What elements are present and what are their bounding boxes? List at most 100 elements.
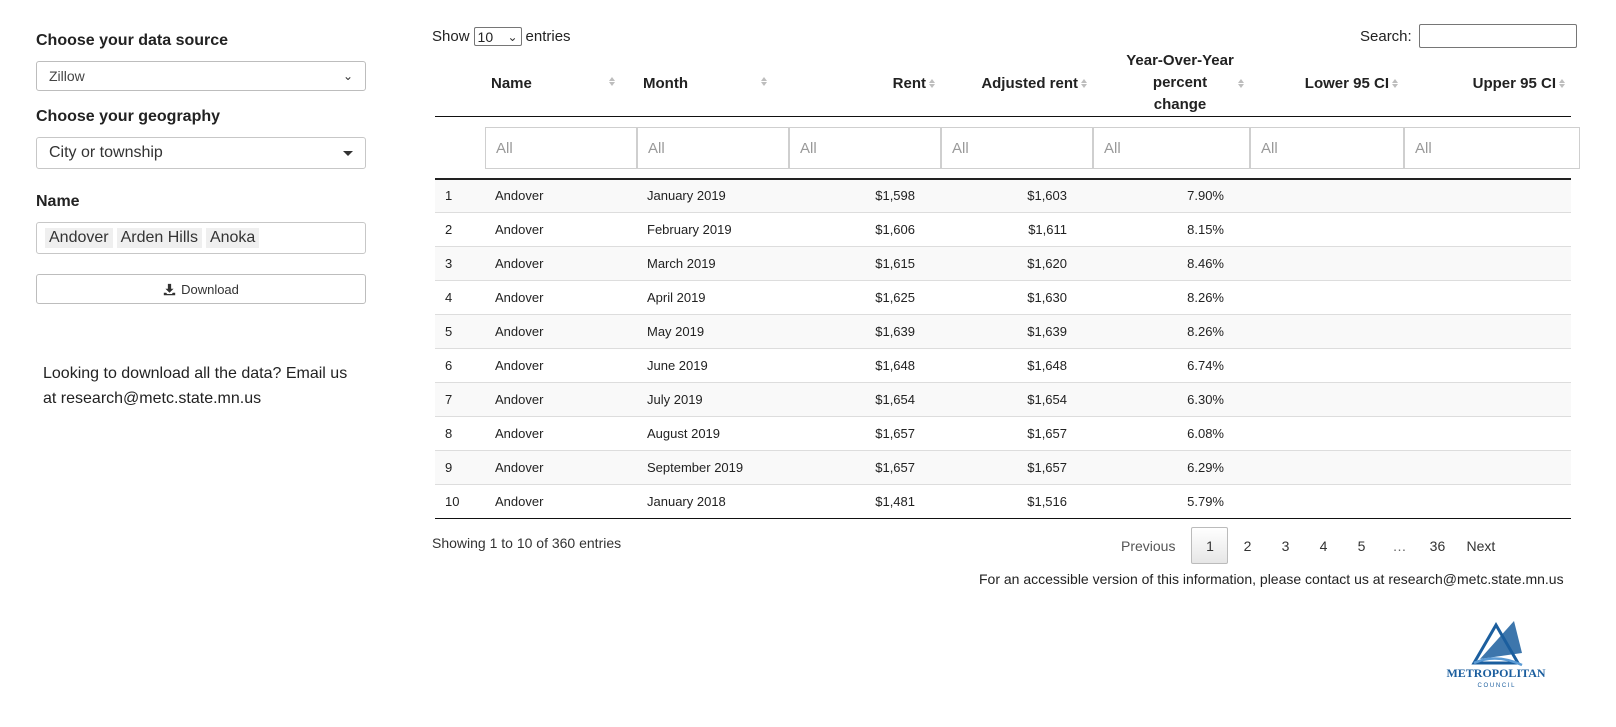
cell-adjusted-rent: $1,657 [941,416,1093,451]
cell-lower-ci [1250,348,1404,383]
cell-month: January 2019 [637,178,789,213]
filter-input-yoy-change[interactable]: All [1093,127,1250,170]
column-header-rent[interactable]: Rent [789,50,941,117]
column-header-index [435,50,485,117]
cell-name: Andover [485,348,637,383]
cell-month: March 2019 [637,246,789,281]
filter-spacer [435,116,485,180]
filter-placeholder: All [952,139,969,157]
cell-lower-ci [1250,484,1404,519]
entries-label: entries [525,28,571,45]
column-header-adjusted-rent[interactable]: Adjusted rent [941,50,1093,117]
entries-length-value: 10 [477,28,494,45]
entries-length-select[interactable]: 10 ⌄ [473,27,522,46]
column-header-lower-ci[interactable]: Lower 95 CI [1250,50,1404,117]
cell-index: 10 [435,484,485,519]
geography-label: Choose your geography [36,108,221,125]
column-header-label: Adjusted rent [981,74,1078,92]
length-control: Show 10 ⌄ entries [432,27,571,46]
cell-index: 6 [435,348,485,383]
pagination: Previous 1 2 3 4 5 … 36 Next [1111,527,1505,564]
filter-placeholder: All [1415,139,1432,157]
cell-name: Andover [485,450,637,485]
column-header-upper-ci[interactable]: Upper 95 CI [1404,50,1571,117]
search-input[interactable] [1418,24,1577,48]
cell-rent: $1,654 [789,382,941,417]
cell-lower-ci [1250,450,1404,485]
filter-input-adjusted-rent[interactable]: All [941,127,1093,170]
cell-name: Andover [485,246,637,281]
page-button-2[interactable]: 2 [1228,527,1266,564]
page-button-3[interactable]: 3 [1266,527,1304,564]
page-ellipsis: … [1392,537,1407,554]
cell-lower-ci [1250,314,1404,349]
metropolitan-council-logo: METROPOLITAN C O U N C I L [1446,621,1546,689]
cell-yoy-change: 8.15% [1093,212,1250,247]
cell-index: 8 [435,416,485,451]
name-tag[interactable]: Arden Hills [116,228,202,248]
cell-adjusted-rent: $1,630 [941,280,1093,315]
cell-lower-ci [1250,212,1404,247]
download-note: Looking to download all the data? Email … [43,365,348,407]
column-header-yoy-change[interactable]: Year-Over-Year percent change [1093,50,1250,117]
cell-lower-ci [1250,178,1404,213]
column-header-name[interactable]: Name [485,50,637,117]
table-row: 6 Andover June 2019 $1,648 $1,648 6.74% [435,348,1571,383]
cell-rent: $1,606 [789,212,941,247]
filter-input-rent[interactable]: All [789,127,941,170]
filter-placeholder: All [496,139,513,157]
name-tag[interactable]: Anoka [205,228,260,248]
cell-lower-ci [1250,246,1404,281]
search-control: Search: [1360,24,1577,48]
cell-upper-ci [1404,280,1571,315]
table-body: 1 Andover January 2019 $1,598 $1,603 7.90% 2 An… [435,178,1571,519]
column-header-label: Month [643,74,688,92]
geography-select[interactable]: City or township [36,137,366,169]
download-button[interactable]: Download [36,274,366,304]
table-row: 8 Andover August 2019 $1,657 $1,657 6.08% [435,416,1571,451]
cell-adjusted-rent: $1,620 [941,246,1093,281]
cell-yoy-change: 5.79% [1093,484,1250,519]
filter-input-upper-ci[interactable]: All [1404,127,1580,170]
cell-adjusted-rent: $1,611 [941,212,1093,247]
page-button-4[interactable]: 4 [1304,527,1342,564]
next-page-button[interactable]: Next [1456,527,1505,564]
logo-subtext: C O U N C I L [1477,683,1515,689]
column-header-label: Year-Over-Year percent change [1126,52,1234,113]
sort-icon [761,77,767,86]
cell-upper-ci [1404,246,1571,281]
name-tag[interactable]: Andover [45,228,113,248]
filter-input-name[interactable]: All [485,127,637,170]
column-header-label: Upper 95 CI [1472,74,1556,92]
table-row: 3 Andover March 2019 $1,615 $1,620 8.46% [435,246,1571,281]
cell-name: Andover [485,382,637,417]
column-header-month[interactable]: Month [637,50,789,117]
filter-placeholder: All [1104,139,1121,157]
cell-rent: $1,615 [789,246,941,281]
page-button-36[interactable]: 36 [1418,527,1456,564]
name-multiselect[interactable]: Andover Arden Hills Anoka [36,222,366,254]
cell-adjusted-rent: $1,639 [941,314,1093,349]
column-header-label: Rent [892,74,926,92]
cell-yoy-change: 6.30% [1093,382,1250,417]
previous-page-button[interactable]: Previous [1111,527,1185,564]
page-button-5[interactable]: 5 [1342,527,1380,564]
sidebar: Choose your data source Zillow ⌄ Choose … [36,30,366,411]
cell-month: August 2019 [637,416,789,451]
chevron-down-icon: ⌄ [507,29,518,44]
cell-index: 7 [435,382,485,417]
filter-input-lower-ci[interactable]: All [1250,127,1404,170]
cell-month: April 2019 [637,280,789,315]
cell-lower-ci [1250,382,1404,417]
sort-icon [609,77,615,86]
page-button-1[interactable]: 1 [1191,527,1229,564]
geography-value: City or township [49,144,163,161]
cell-index: 5 [435,314,485,349]
data-source-select[interactable]: Zillow ⌄ [36,61,366,91]
filter-input-month[interactable]: All [637,127,789,170]
cell-rent: $1,481 [789,484,941,519]
filter-placeholder: All [1261,139,1278,157]
cell-upper-ci [1404,484,1571,519]
cell-lower-ci [1250,416,1404,451]
cell-lower-ci [1250,280,1404,315]
